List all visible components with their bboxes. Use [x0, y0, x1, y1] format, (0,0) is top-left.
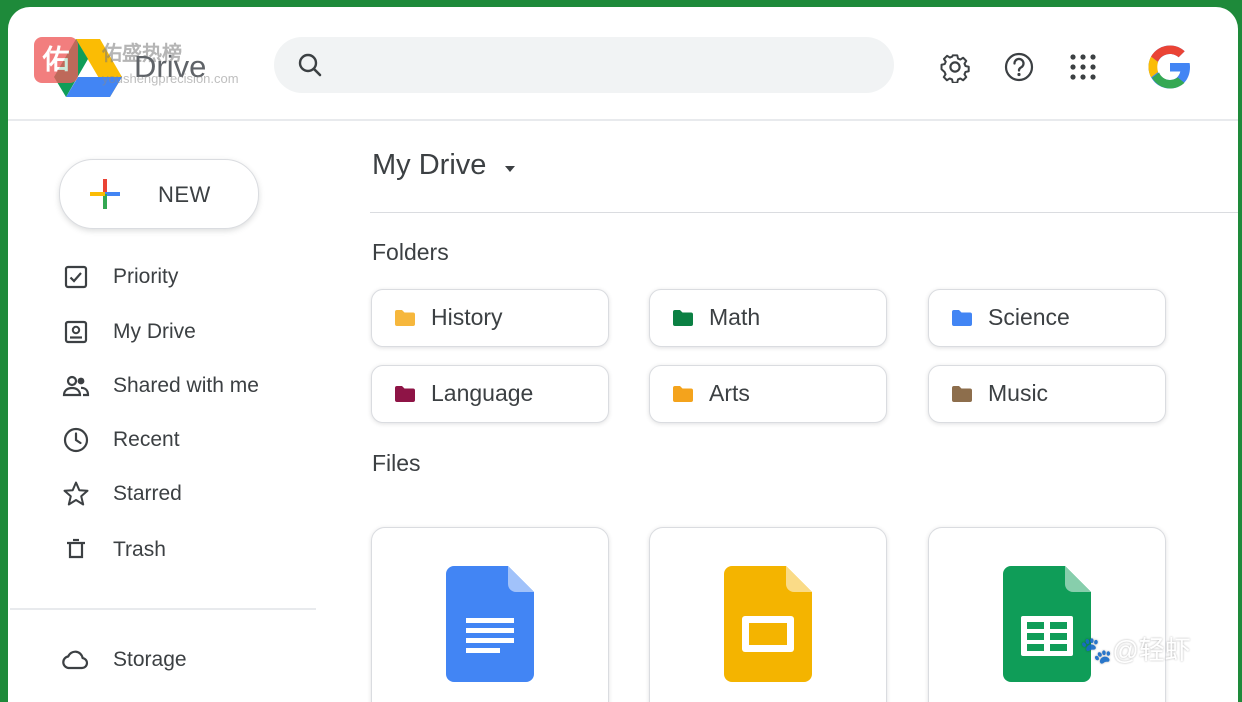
nav-item-starred[interactable]: Starred: [62, 478, 322, 512]
new-button[interactable]: NEW: [59, 159, 259, 229]
folder-icon: [952, 386, 972, 402]
search-input[interactable]: [338, 47, 872, 85]
title-divider: [370, 212, 1238, 213]
sidebar-divider: [10, 608, 316, 610]
my-drive-icon: [64, 320, 88, 344]
folder-icon: [673, 310, 693, 326]
folder-icon: [673, 386, 693, 402]
settings-gear-icon[interactable]: [939, 51, 971, 83]
folder-icon: [395, 310, 415, 326]
drive-window: 佑 佑盛热榜 Drive youshengprecision.com NEW P…: [8, 7, 1238, 702]
watermark-badge: 佑: [34, 37, 78, 83]
folder-label: Language: [431, 380, 534, 406]
folder-label: Science: [988, 304, 1070, 330]
folder-math[interactable]: Math: [649, 289, 887, 347]
google-docs-icon: [446, 566, 534, 682]
folder-icon: [395, 386, 415, 402]
nav-item-my-drive[interactable]: My Drive: [62, 316, 322, 350]
folder-arts[interactable]: Arts: [649, 365, 887, 423]
nav-item-shared-with-me[interactable]: Shared with me: [62, 370, 322, 404]
folders-heading: Folders: [372, 239, 449, 265]
folder-label: Music: [988, 380, 1049, 406]
nav-label-priority: Priority: [113, 265, 179, 288]
nav-label-storage: Storage: [113, 648, 187, 671]
priority-checkbox-icon: [64, 265, 88, 289]
folder-history[interactable]: History: [371, 289, 609, 347]
watermark-corner: 🐾@轻虾: [1080, 635, 1191, 665]
file-card-sheets[interactable]: [928, 527, 1166, 702]
star-icon: [63, 481, 89, 506]
trash-icon: [67, 538, 85, 559]
help-icon[interactable]: [1003, 51, 1035, 83]
nav-label-starred: Starred: [113, 482, 182, 505]
watermark-url: youshengprecision.com: [102, 71, 239, 86]
nav-item-storage[interactable]: Storage: [62, 644, 322, 678]
apps-grid-icon[interactable]: [1067, 51, 1099, 83]
folder-icon: [952, 310, 972, 326]
nav-item-priority[interactable]: Priority: [62, 261, 322, 295]
nav-label-trash: Trash: [113, 538, 166, 561]
folder-label: Math: [709, 304, 761, 330]
nav-item-recent[interactable]: Recent: [62, 424, 322, 458]
file-card-slides[interactable]: [649, 527, 887, 702]
new-button-label: NEW: [158, 182, 211, 207]
top-bar: 佑 佑盛热榜 Drive youshengprecision.com: [8, 7, 1238, 121]
nav-label-shared-with-me: Shared with me: [113, 374, 259, 397]
folder-label: Arts: [709, 380, 750, 406]
google-slides-icon: [724, 566, 812, 682]
search-icon[interactable]: [296, 51, 324, 79]
google-sheets-icon: [1003, 566, 1091, 682]
folder-science[interactable]: Science: [928, 289, 1166, 347]
search-bar[interactable]: [274, 37, 894, 93]
file-card-docs[interactable]: [371, 527, 609, 702]
shared-people-icon: [62, 375, 90, 397]
plus-icon: [90, 179, 120, 209]
folder-music[interactable]: Music: [928, 365, 1166, 423]
folder-language[interactable]: Language: [371, 365, 609, 423]
page-title[interactable]: My Drive: [372, 149, 486, 182]
nav-item-trash[interactable]: Trash: [62, 534, 322, 568]
google-account-icon[interactable]: [1144, 41, 1196, 93]
cloud-icon: [62, 650, 89, 670]
caret-down-icon[interactable]: [504, 165, 516, 173]
nav-label-my-drive: My Drive: [113, 320, 196, 343]
folder-label: History: [431, 304, 503, 330]
clock-icon: [63, 427, 89, 453]
nav-label-recent: Recent: [113, 428, 180, 451]
files-heading: Files: [372, 450, 421, 476]
